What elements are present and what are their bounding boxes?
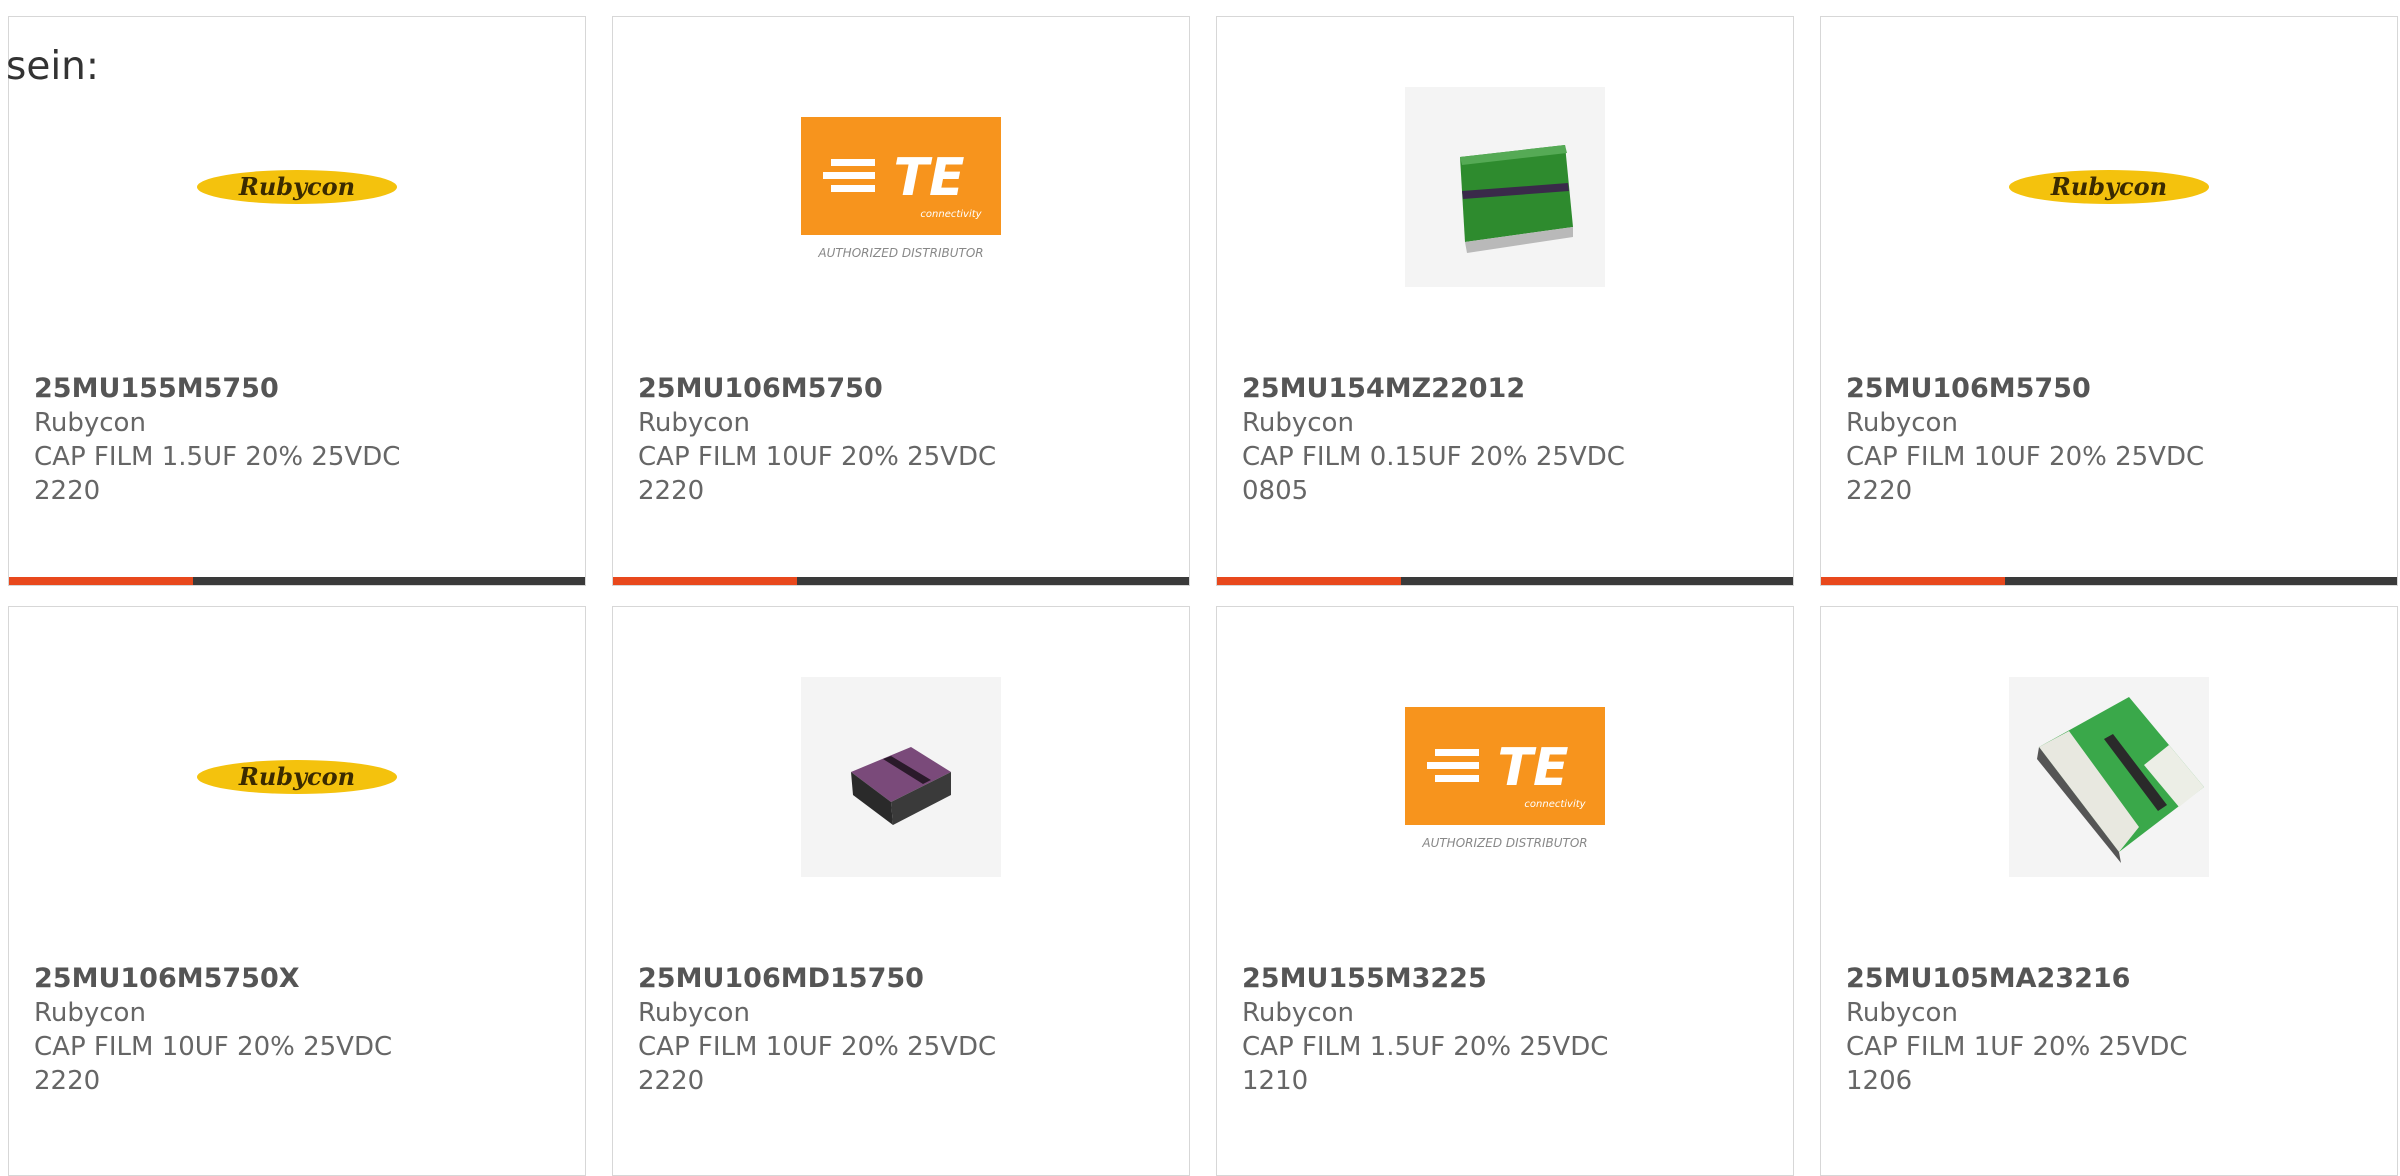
part-number-link[interactable]: 25MU106M5750X (34, 962, 434, 996)
product-info: 25MU105MA23216 Rubycon CAP FILM 1UF 20% 25… (1846, 962, 2246, 1098)
part-number-link[interactable]: 25MU106M5750 (638, 372, 1038, 406)
product-description: CAP FILM 1.5UF 20% 25VDC 1210 (1242, 1032, 1609, 1096)
svg-text:AUTHORIZED DISTRIBUTOR: AUTHORIZED DISTRIBUTOR (817, 246, 983, 260)
product-image[interactable] (613, 667, 1189, 887)
product-info: 25MU106MD15750 Rubycon CAP FILM 10UF 20% 2… (638, 962, 1038, 1098)
capacitor-chip-image (801, 677, 1001, 877)
manufacturer-label: Rubycon (638, 408, 750, 438)
svg-text:connectivity: connectivity (920, 209, 982, 220)
manufacturer-label: Rubycon (1242, 408, 1354, 438)
product-info: 25MU155M5750 Rubycon CAP FILM 1.5UF 20% 25… (34, 372, 434, 508)
product-info: 25MU106M5750 Rubycon CAP FILM 10UF 20% 25V… (638, 372, 1038, 508)
product-description: CAP FILM 0.15UF 20% 25VDC 0805 (1242, 442, 1625, 506)
svg-text:Rubycon: Rubycon (238, 762, 355, 791)
te-connectivity-logo-icon: TEconnectivity AUTHORIZED DISTRIBUTOR (1405, 707, 1605, 850)
product-card[interactable]: TE connectivity AUTHORIZED DISTRIBUTOR 25MU… (1216, 606, 1794, 1176)
product-card[interactable]: Rubycon 25MU106M5750 Rubycon CAP FILM 10UF … (1820, 16, 2398, 586)
card-progress-bar (613, 577, 1189, 585)
card-progress-bar (1821, 577, 2397, 585)
svg-text:Rubycon: Rubycon (2050, 172, 2167, 201)
product-image[interactable]: TE connectivity AUTHORIZED DISTRIBUTOR (1217, 667, 1793, 887)
capacitor-chip-image (1405, 87, 1605, 287)
rubycon-logo-icon: Rubycon (197, 170, 397, 204)
svg-text:Rubycon: Rubycon (238, 172, 355, 201)
product-card[interactable]: 25MU154MZ22012 Rubycon CAP FILM 0.15UF 20%… (1216, 16, 1794, 586)
product-grid: Rubycon 25MU155M5750 Rubycon CAP FILM 1.5UF… (0, 0, 2400, 1176)
svg-text:TE: TE (1498, 738, 1569, 798)
rubycon-logo-icon: Rubycon (2009, 170, 2209, 204)
manufacturer-label: Rubycon (1846, 998, 1958, 1028)
product-card[interactable]: 25MU105MA23216 Rubycon CAP FILM 1UF 20% 25… (1820, 606, 2398, 1176)
product-info: 25MU106M5750X Rubycon CAP FILM 10UF 20% 25… (34, 962, 434, 1098)
product-description: CAP FILM 10UF 20% 25VDC 2220 (1846, 442, 2205, 506)
part-number-link[interactable]: 25MU155M3225 (1242, 962, 1642, 996)
rubycon-logo-icon: Rubycon (197, 760, 397, 794)
manufacturer-label: Rubycon (1846, 408, 1958, 438)
part-number-link[interactable]: 25MU106MD15750 (638, 962, 1038, 996)
card-progress-bar (1217, 577, 1793, 585)
card-progress-fill (613, 577, 798, 585)
product-image[interactable] (1821, 667, 2397, 887)
product-image[interactable]: TE connectivity AUTHORIZED DISTRIBUTOR (613, 77, 1189, 297)
capacitor-chip-image (2009, 677, 2209, 877)
svg-text:TE: TE (894, 148, 965, 208)
intro-text: sein: (6, 44, 100, 89)
svg-text:AUTHORIZED DISTRIBUTOR: AUTHORIZED DISTRIBUTOR (1421, 836, 1587, 850)
manufacturer-label: Rubycon (34, 998, 146, 1028)
part-number-link[interactable]: 25MU154MZ22012 (1242, 372, 1642, 406)
part-number-link[interactable]: 25MU155M5750 (34, 372, 434, 406)
card-progress-fill (9, 577, 194, 585)
manufacturer-label: Rubycon (638, 998, 750, 1028)
product-description: CAP FILM 1UF 20% 25VDC 1206 (1846, 1032, 2188, 1096)
card-progress-fill (1821, 577, 2006, 585)
card-progress-bar (9, 577, 585, 585)
product-image[interactable] (1217, 77, 1793, 297)
part-number-link[interactable]: 25MU105MA23216 (1846, 962, 2246, 996)
product-info: 25MU155M3225 Rubycon CAP FILM 1.5UF 20% 25… (1242, 962, 1642, 1098)
product-card[interactable]: Rubycon 25MU155M5750 Rubycon CAP FILM 1.5UF… (8, 16, 586, 586)
part-number-link[interactable]: 25MU106M5750 (1846, 372, 2246, 406)
product-image[interactable]: Rubycon (1821, 77, 2397, 297)
product-card[interactable]: Rubycon 25MU106M5750X Rubycon CAP FILM 10UF… (8, 606, 586, 1176)
card-progress-fill (1217, 577, 1402, 585)
te-connectivity-logo-icon: TEconnectivity AUTHORIZED DISTRIBUTOR (801, 117, 1001, 260)
product-image[interactable]: Rubycon (9, 667, 585, 887)
product-card[interactable]: 25MU106MD15750 Rubycon CAP FILM 10UF 20% 2… (612, 606, 1190, 1176)
manufacturer-label: Rubycon (34, 408, 146, 438)
product-description: CAP FILM 10UF 20% 25VDC 2220 (638, 442, 997, 506)
product-description: CAP FILM 10UF 20% 25VDC 2220 (34, 1032, 393, 1096)
product-info: 25MU154MZ22012 Rubycon CAP FILM 0.15UF 20%… (1242, 372, 1642, 508)
product-description: CAP FILM 10UF 20% 25VDC 2220 (638, 1032, 997, 1096)
product-image[interactable]: Rubycon (9, 77, 585, 297)
product-info: 25MU106M5750 Rubycon CAP FILM 10UF 20% 25V… (1846, 372, 2246, 508)
manufacturer-label: Rubycon (1242, 998, 1354, 1028)
product-description: CAP FILM 1.5UF 20% 25VDC 2220 (34, 442, 401, 506)
product-card[interactable]: TE connectivity AUTHORIZED DISTRIBUTOR 25MU… (612, 16, 1190, 586)
svg-text:connectivity: connectivity (1524, 799, 1586, 810)
